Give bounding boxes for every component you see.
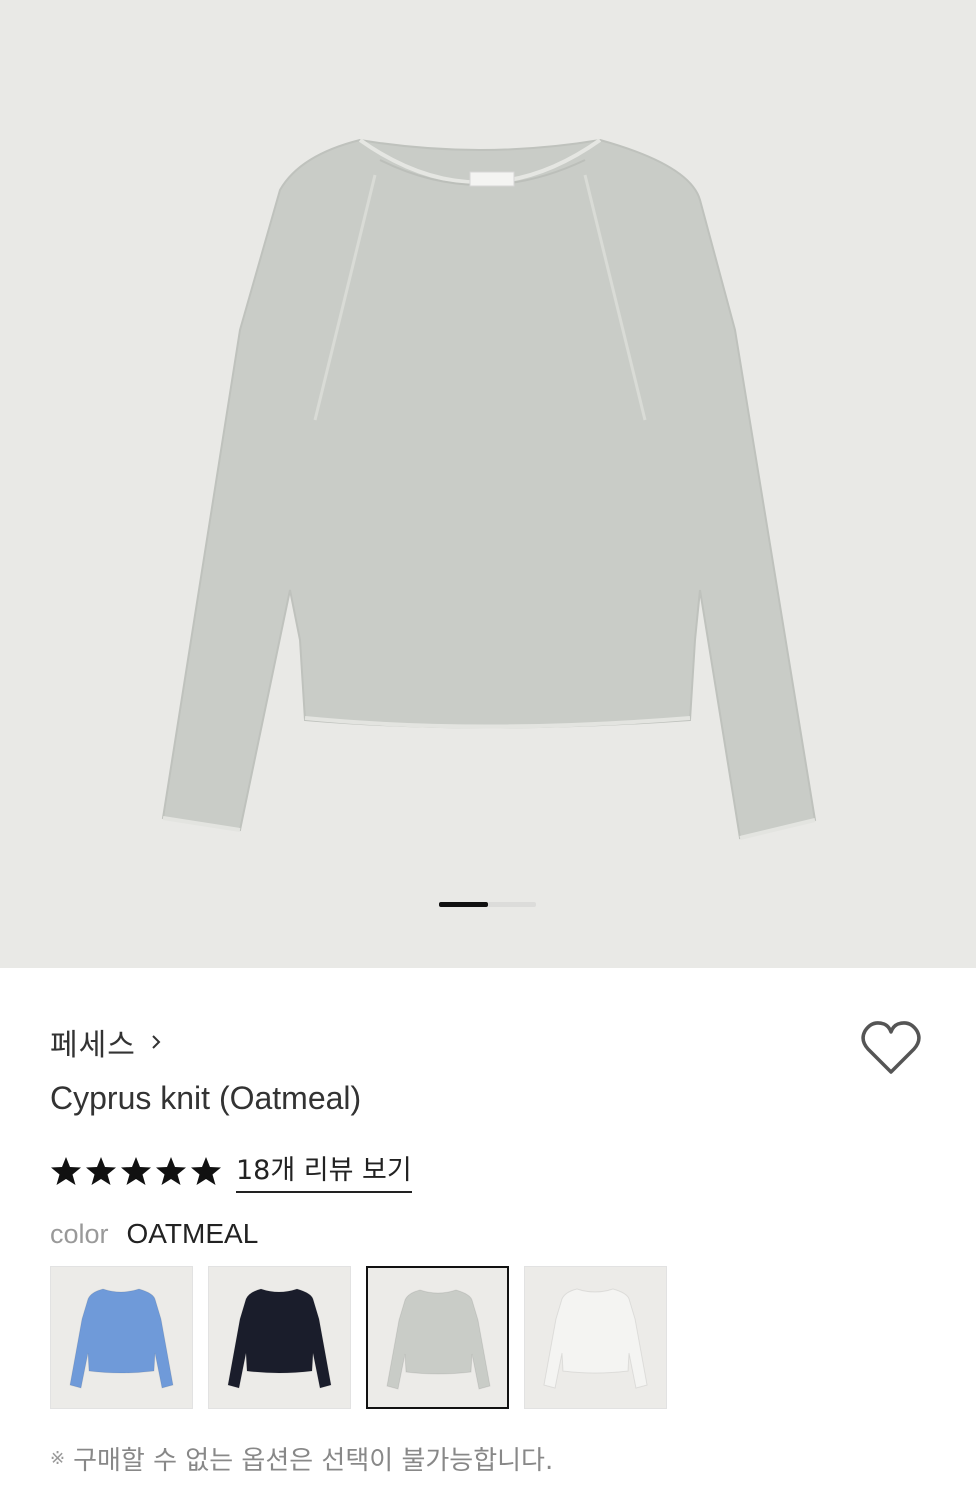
star-icon xyxy=(86,1156,116,1185)
color-swatch-list xyxy=(50,1266,667,1409)
star-icon xyxy=(51,1156,81,1185)
rating-row: 18개 리뷰 보기 xyxy=(50,1148,412,1193)
brand-name: 페세스 xyxy=(50,1028,136,1063)
gallery-indicator xyxy=(439,902,536,907)
product-image-gallery[interactable] xyxy=(0,0,976,968)
brand-link[interactable]: 페세스 xyxy=(50,1020,164,1064)
swatch-thumbnail xyxy=(543,1288,648,1389)
notice-text: 구매할 수 없는 옵션은 선택이 불가능합니다. xyxy=(73,1446,554,1476)
reviews-link[interactable]: 18개 리뷰 보기 xyxy=(236,1148,412,1193)
color-swatch-white[interactable] xyxy=(524,1266,667,1409)
color-row: color OATMEAL xyxy=(50,1218,258,1250)
color-value: OATMEAL xyxy=(126,1218,259,1249)
color-label: color xyxy=(50,1219,109,1249)
option-notice: ※ 구매할 수 없는 옵션은 선택이 불가능합니다. xyxy=(50,1440,553,1477)
swatch-thumbnail xyxy=(386,1289,491,1390)
gallery-indicator-inactive xyxy=(488,902,536,907)
chevron-right-icon xyxy=(152,1035,161,1049)
swatch-thumbnail xyxy=(227,1288,332,1389)
star-icon xyxy=(121,1156,151,1185)
product-title: Cyprus knit (Oatmeal) xyxy=(50,1080,362,1116)
heart-icon[interactable] xyxy=(860,1018,922,1076)
star-icon xyxy=(191,1156,221,1185)
color-swatch-oatmeal[interactable] xyxy=(366,1266,509,1409)
product-image xyxy=(161,138,817,840)
star-rating xyxy=(50,1155,222,1187)
star-icon xyxy=(156,1156,186,1185)
gallery-indicator-active xyxy=(439,902,488,907)
swatch-thumbnail xyxy=(69,1288,174,1389)
color-swatch-navy[interactable] xyxy=(208,1266,351,1409)
notice-mark: ※ xyxy=(50,1448,66,1469)
color-swatch-blue[interactable] xyxy=(50,1266,193,1409)
